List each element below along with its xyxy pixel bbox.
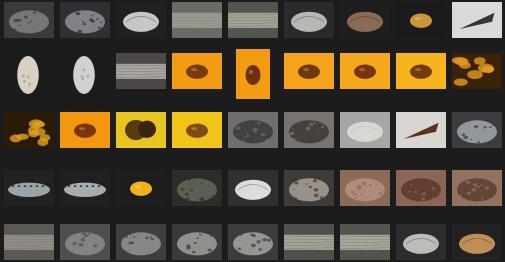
thumbnail-image (172, 170, 222, 206)
thumbnail-image (340, 170, 390, 206)
thumbnail-image (340, 224, 390, 260)
thumbnail-amber-on-orange[interactable] (340, 53, 390, 89)
thumbnail-amber-on-orange[interactable] (284, 53, 334, 89)
thumbnail-image (396, 224, 446, 260)
thumbnail-image (66, 49, 102, 99)
thumbnail-image (396, 170, 446, 206)
thumbnail-image (396, 2, 446, 38)
thumbnail-image (340, 112, 390, 148)
thumbnail-image (4, 170, 54, 206)
thumbnail-image (116, 170, 166, 206)
thumbnail-image (452, 224, 502, 260)
thumbnail-dark-rock[interactable] (452, 112, 502, 148)
thumbnail-image (228, 112, 278, 148)
thumbnail-image (228, 224, 278, 260)
thumbnail-image (172, 53, 222, 89)
thumbnail-image (284, 170, 334, 206)
thumbnail-image (4, 112, 54, 148)
thumbnail-cone-shell-pattern[interactable] (396, 112, 446, 148)
thumbnail-image (116, 53, 166, 89)
thumbnail-silver-shell[interactable] (340, 112, 390, 148)
thumbnail-image (10, 49, 46, 99)
thumbnail-amber-on-yellow[interactable] (116, 170, 166, 206)
thumbnail-image (284, 2, 334, 38)
thumbnail-porous-stone[interactable] (228, 112, 278, 148)
thumbnail-gray-rock-holes[interactable] (284, 112, 334, 148)
thumbnail-image (284, 224, 334, 260)
thumbnail-image (116, 224, 166, 260)
thumbnail-image (172, 112, 222, 148)
thumbnail-image (452, 2, 502, 38)
thumbnail-image (340, 53, 390, 89)
thumbnail-image (172, 2, 222, 38)
thumbnail-textured-rock[interactable] (60, 2, 110, 38)
thumbnail-gray-rock-with-holes[interactable] (60, 224, 110, 260)
thumbnail-grid (0, 0, 505, 262)
thumbnail-mineral-slab[interactable] (116, 53, 166, 89)
thumbnail-brown-rock-texture[interactable] (340, 170, 390, 206)
thumbnail-white-ridged-shell[interactable] (228, 170, 278, 206)
thumbnail-image (236, 49, 270, 99)
thumbnail-image (116, 112, 166, 148)
thumbnail-brown-spotted-shell[interactable] (452, 224, 502, 260)
thumbnail-cream-pebble[interactable] (10, 49, 46, 99)
thumbnail-image (4, 2, 54, 38)
thumbnail-amber-pair-on-yellow[interactable] (116, 112, 166, 148)
thumbnail-gray-stone-layers[interactable] (4, 224, 54, 260)
thumbnail-image (60, 112, 110, 148)
thumbnail-gray-stone-cluster[interactable] (228, 224, 278, 260)
thumbnail-gray-stone-layers[interactable] (172, 2, 222, 38)
thumbnail-amber-on-yellow[interactable] (172, 112, 222, 148)
thumbnail-image (284, 53, 334, 89)
thumbnail-amber-cluster-dark[interactable] (4, 112, 54, 148)
thumbnail-white-shell[interactable] (116, 2, 166, 38)
thumbnail-image (172, 224, 222, 260)
thumbnail-amber-on-orange-tall[interactable] (236, 49, 270, 99)
thumbnail-image (340, 2, 390, 38)
thumbnail-image (396, 112, 446, 148)
thumbnail-image (452, 112, 502, 148)
thumbnail-amber-on-orange[interactable] (172, 53, 222, 89)
thumbnail-brown-pitted-rock[interactable] (452, 170, 502, 206)
thumbnail-cone-shell[interactable] (452, 2, 502, 38)
thumbnail-gray-stone-bar[interactable] (284, 224, 334, 260)
thumbnail-amber-on-yellow[interactable] (396, 53, 446, 89)
thumbnail-gray-stone-cluster[interactable] (172, 224, 222, 260)
thumbnail-dark-green-rock[interactable] (172, 170, 222, 206)
thumbnail-abalone-shell[interactable] (60, 170, 110, 206)
thumbnail-image (452, 170, 502, 206)
thumbnail-image (452, 53, 502, 89)
thumbnail-brown-shell[interactable] (340, 2, 390, 38)
thumbnail-image (284, 112, 334, 148)
thumbnail-amber-cluster[interactable] (452, 53, 502, 89)
thumbnail-image (396, 53, 446, 89)
thumbnail-image (228, 170, 278, 206)
thumbnail-image (60, 2, 110, 38)
thumbnail-pale-shell[interactable] (284, 2, 334, 38)
thumbnail-amber-stones[interactable] (396, 2, 446, 38)
thumbnail-abalone-shell[interactable] (4, 170, 54, 206)
thumbnail-white-pebble[interactable] (66, 49, 102, 99)
thumbnail-gray-rock-with-holes[interactable] (4, 2, 54, 38)
thumbnail-amber-on-orange[interactable] (60, 112, 110, 148)
thumbnail-image (60, 170, 110, 206)
thumbnail-pale-shell[interactable] (396, 224, 446, 260)
thumbnail-gray-stone-bar[interactable] (228, 2, 278, 38)
thumbnail-image (60, 224, 110, 260)
thumbnail-gray-rock[interactable] (284, 170, 334, 206)
thumbnail-image (116, 2, 166, 38)
thumbnail-image (228, 2, 278, 38)
thumbnail-image (4, 224, 54, 260)
thumbnail-brown-porous-rock[interactable] (396, 170, 446, 206)
thumbnail-textured-stone[interactable] (116, 224, 166, 260)
thumbnail-gray-stone-bar[interactable] (340, 224, 390, 260)
